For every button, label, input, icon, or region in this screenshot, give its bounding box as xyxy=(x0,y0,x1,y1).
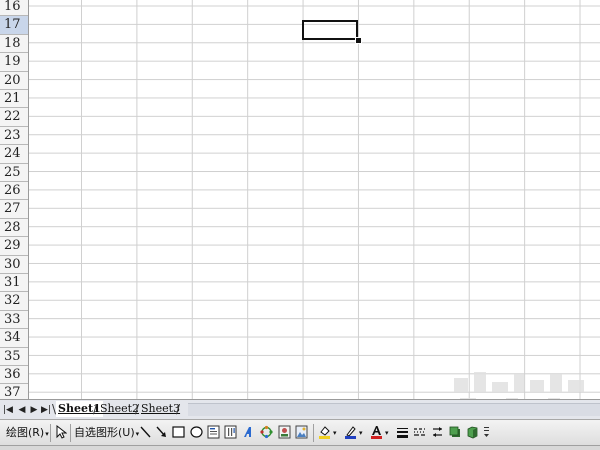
row-header-24[interactable]: 24 xyxy=(0,145,28,164)
line-color-icon[interactable] xyxy=(344,425,357,439)
row-header-31[interactable]: 31 xyxy=(0,274,28,293)
row-header-33[interactable]: 33 xyxy=(0,311,28,330)
vertical-textbox-tool-icon[interactable] xyxy=(224,425,237,439)
row-header-26[interactable]: 26 xyxy=(0,182,28,201)
arrow-tool-icon[interactable] xyxy=(155,425,168,439)
rectangle-tool-icon[interactable] xyxy=(172,425,185,439)
row-header-37[interactable]: 37 xyxy=(0,384,28,399)
drawing-toolbar: 绘图(R)▾ 自选图形(U)▾ ▾ ▾ ▾ xyxy=(0,420,600,446)
row-header-16[interactable]: 16 xyxy=(0,0,28,17)
font-color-dropdown-arrow-icon[interactable]: ▾ xyxy=(385,424,389,442)
textbox-tool-icon[interactable] xyxy=(207,425,220,439)
row-header-18[interactable]: 18 xyxy=(0,35,28,54)
worksheet-grid: 16 17 18 19 20 21 22 23 24 25 26 27 28 29 30 31 32 33 34 35… xyxy=(0,0,600,399)
row-header-32[interactable]: 32 xyxy=(0,292,28,311)
horizontal-scrollbar[interactable] xyxy=(188,403,600,416)
row-header-23[interactable]: 23 xyxy=(0,127,28,146)
toolbar-options-icon[interactable] xyxy=(482,425,491,439)
row-header-19[interactable]: 19 xyxy=(0,53,28,72)
row-header-28[interactable]: 28 xyxy=(0,219,28,238)
toolbar-separator xyxy=(313,424,314,442)
line-tool-icon[interactable] xyxy=(139,425,152,439)
row-header-30[interactable]: 30 xyxy=(0,256,28,274)
toolbar-separator xyxy=(50,424,51,442)
line-color-swatch xyxy=(345,436,356,439)
row-header-36[interactable]: 36 xyxy=(0,366,28,385)
wordart-tool-icon[interactable] xyxy=(242,425,255,439)
active-cell[interactable] xyxy=(302,20,358,40)
row-header-35[interactable]: 35 xyxy=(0,348,28,366)
insert-picture-icon[interactable] xyxy=(295,425,308,439)
font-color-icon[interactable] xyxy=(370,425,383,439)
clipart-tool-icon[interactable] xyxy=(278,425,291,439)
draw-menu-button[interactable]: 绘图(R)▾ xyxy=(6,424,49,442)
fill-handle[interactable] xyxy=(355,37,362,44)
first-sheet-nav-icon[interactable]: |◀ xyxy=(3,403,13,417)
prev-sheet-nav-icon[interactable]: ◀ xyxy=(17,403,27,417)
draw-menu-label: 绘图(R) xyxy=(6,426,45,439)
row-header-column: 16 17 18 19 20 21 22 23 24 25 26 27 28 29 30 31 32 33 34 35… xyxy=(0,0,29,399)
diagram-tool-icon[interactable] xyxy=(260,425,273,439)
autoshapes-menu-label: 自选图形(U) xyxy=(74,426,135,439)
autoshapes-menu-button[interactable]: 自选图形(U)▾ xyxy=(74,424,139,442)
dropdown-arrow-icon: ▾ xyxy=(45,430,49,438)
toolbar-separator xyxy=(70,424,71,442)
fill-color-swatch xyxy=(319,436,330,439)
tab-divider: / xyxy=(176,402,181,416)
select-pointer-icon[interactable] xyxy=(54,425,67,439)
row-header-25[interactable]: 25 xyxy=(0,164,28,182)
line-style-icon[interactable] xyxy=(396,425,409,439)
fill-color-dropdown-arrow-icon[interactable]: ▾ xyxy=(333,424,337,442)
font-color-swatch xyxy=(371,436,382,439)
next-sheet-nav-icon[interactable]: ▶ xyxy=(29,403,39,417)
oval-tool-icon[interactable] xyxy=(190,425,203,439)
row-header-20[interactable]: 20 xyxy=(0,72,28,90)
row-header-27[interactable]: 27 xyxy=(0,200,28,219)
arrow-style-icon[interactable] xyxy=(431,425,444,439)
row-header-21[interactable]: 21 xyxy=(0,90,28,109)
sheet-tab-bar: |◀ ◀ ▶ ▶| \ Sheet1 / Sheet2 / Sheet3 / xyxy=(0,399,600,420)
row-header-22[interactable]: 22 xyxy=(0,108,28,127)
status-bar xyxy=(0,446,600,450)
3d-style-icon[interactable] xyxy=(466,425,479,439)
row-header-34[interactable]: 34 xyxy=(0,329,28,348)
row-header-17[interactable]: 17 xyxy=(0,16,28,35)
cell-area[interactable] xyxy=(29,0,600,399)
shadow-style-icon[interactable] xyxy=(448,425,461,439)
row-header-29[interactable]: 29 xyxy=(0,237,28,256)
line-color-dropdown-arrow-icon[interactable]: ▾ xyxy=(359,424,363,442)
spreadsheet-window: 16 17 18 19 20 21 22 23 24 25 26 27 28 29 30 31 32 33 34 35… xyxy=(0,0,600,450)
fill-color-icon[interactable] xyxy=(318,425,331,439)
tab-divider: / xyxy=(93,402,98,416)
dash-style-icon[interactable] xyxy=(413,425,426,439)
last-sheet-nav-icon[interactable]: ▶| xyxy=(41,403,51,417)
